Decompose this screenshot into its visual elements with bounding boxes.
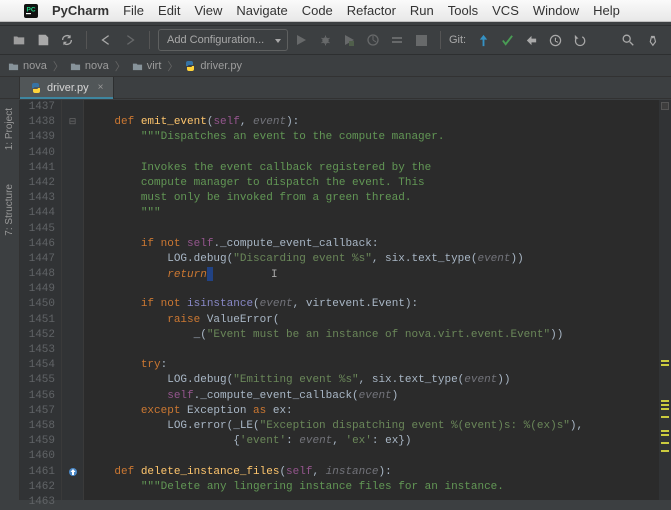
profiler-button[interactable] <box>362 29 384 51</box>
run-button[interactable] <box>290 29 312 51</box>
search-everywhere-button[interactable] <box>617 29 639 51</box>
project-tool-button[interactable]: 1: Project <box>0 104 19 154</box>
editor-tabs: driver.py × <box>0 77 671 99</box>
breadcrumb-seg[interactable]: virt <box>132 60 162 72</box>
refactor-menu[interactable]: Refactor <box>347 3 396 18</box>
code-menu[interactable]: Code <box>302 3 333 18</box>
chevron-right-icon: 〉 <box>53 58 64 74</box>
sync-button[interactable] <box>56 29 78 51</box>
open-file-button[interactable] <box>8 29 30 51</box>
back-button[interactable] <box>95 29 117 51</box>
app-menu[interactable]: PyCharm <box>52 3 109 18</box>
git-label: Git: <box>449 34 466 46</box>
line-number-gutter: 1437 1438 1439 1440 1441 1442 1443 1444 … <box>20 100 62 500</box>
main-toolbar: Add Configuration... Git: <box>0 25 671 55</box>
run-config-label: Add Configuration... <box>167 34 264 46</box>
breadcrumb: nova 〉 nova 〉 virt 〉 driver.py <box>0 55 671 77</box>
vcs-menu[interactable]: VCS <box>492 3 519 18</box>
code-editor[interactable]: 1437 1438 1439 1440 1441 1442 1443 1444 … <box>20 100 671 500</box>
fold-minus-icon[interactable]: ⊟ <box>69 115 77 130</box>
git-commit-button[interactable] <box>496 29 518 51</box>
git-revert-button[interactable] <box>568 29 590 51</box>
left-tool-rail: 1: Project 7: Structure <box>0 100 20 500</box>
git-compare-button[interactable] <box>520 29 542 51</box>
tools-menu[interactable]: Tools <box>448 3 478 18</box>
git-history-button[interactable] <box>544 29 566 51</box>
edit-menu[interactable]: Edit <box>158 3 180 18</box>
pycharm-app-icon: PC <box>24 4 38 18</box>
analysis-status-icon <box>661 102 669 110</box>
forward-button[interactable] <box>119 29 141 51</box>
stop-button[interactable] <box>410 29 432 51</box>
view-menu[interactable]: View <box>194 3 222 18</box>
run-menu[interactable]: Run <box>410 3 434 18</box>
concurrency-button[interactable] <box>386 29 408 51</box>
fold-gutter: ⊟ <box>62 100 84 500</box>
close-tab-icon[interactable]: × <box>98 82 104 93</box>
breadcrumb-root[interactable]: nova <box>8 60 47 72</box>
override-icon[interactable] <box>68 467 78 477</box>
error-stripe[interactable] <box>659 100 671 500</box>
navigate-menu[interactable]: Navigate <box>236 3 287 18</box>
help-menu[interactable]: Help <box>593 3 620 18</box>
file-menu[interactable]: File <box>123 3 144 18</box>
git-update-button[interactable] <box>472 29 494 51</box>
coverage-button[interactable] <box>338 29 360 51</box>
breadcrumb-seg[interactable]: nova <box>70 60 109 72</box>
save-all-button[interactable] <box>32 29 54 51</box>
window-menu[interactable]: Window <box>533 3 579 18</box>
tab-label: driver.py <box>47 82 89 94</box>
structure-tool-button[interactable]: 7: Structure <box>0 180 19 240</box>
breadcrumb-file[interactable]: driver.py <box>184 60 242 72</box>
ide-settings-button[interactable] <box>641 29 663 51</box>
run-config-dropdown[interactable]: Add Configuration... <box>158 29 288 51</box>
code-area[interactable]: def emit_event(self, event): """Dispatch… <box>84 100 659 500</box>
editor-tab[interactable]: driver.py × <box>20 77 114 98</box>
chevron-right-icon: 〉 <box>115 58 126 74</box>
debug-button[interactable] <box>314 29 336 51</box>
chevron-right-icon: 〉 <box>167 58 178 74</box>
python-file-icon <box>184 60 196 72</box>
svg-text:PC: PC <box>27 6 36 13</box>
macos-menubar: PC PyCharm File Edit View Navigate Code … <box>0 0 671 22</box>
text-caret-icon: I <box>271 268 278 283</box>
python-file-icon <box>30 82 42 94</box>
